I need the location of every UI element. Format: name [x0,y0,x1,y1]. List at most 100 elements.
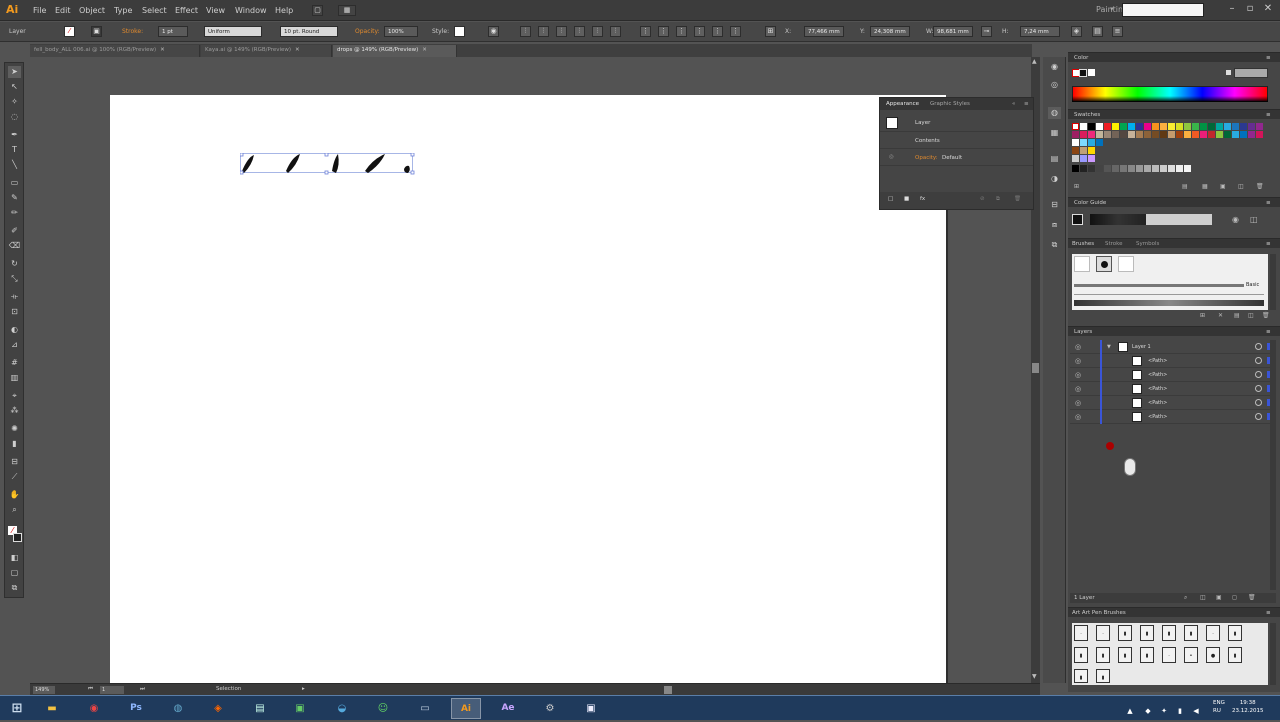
menu-window[interactable]: Window [235,6,267,15]
distribute-icon[interactable]: ⋮ [694,26,705,37]
menu-edit[interactable]: Edit [55,6,71,15]
visibility-icon[interactable]: ◎ [1075,371,1081,379]
graphic-style-swatch[interactable] [454,26,465,37]
start-button-icon[interactable]: ⊞ [2,698,32,719]
hex-input[interactable] [1234,68,1268,78]
rotate-tool-icon[interactable]: ↻ [8,258,21,270]
image-viewer-icon[interactable]: ▣ [285,698,315,719]
transform-panel-icon[interactable]: ⧈ [1048,219,1061,231]
art-brush[interactable]: ▮ [1140,625,1154,641]
delete-layer-icon[interactable]: 🗑 [1248,594,1256,601]
scroll-down-icon[interactable]: ▼ [1032,673,1037,680]
search-input[interactable] [1122,3,1204,17]
target-icon[interactable] [1255,357,1262,364]
art-brushes-scrollbar[interactable] [1270,623,1276,685]
target-icon[interactable] [1255,343,1262,350]
mesh-tool-icon[interactable]: # [8,357,21,369]
zoom-field[interactable]: 149% [33,686,55,694]
bridge-icon[interactable]: ▢ [312,5,323,16]
change-screen-mode-icon[interactable]: ⧉ [8,582,21,594]
collapse-icon[interactable]: « [1012,101,1015,107]
layer-row-path[interactable]: ◎ <Path> [1070,396,1276,410]
artboard-number-field[interactable]: 1 [100,686,124,694]
horizontal-scroll-thumb[interactable] [664,686,672,694]
path-name[interactable]: <Path> [1148,386,1167,392]
pencil-tool-icon[interactable]: ✏ [8,207,21,219]
explorer-icon[interactable]: ▬ [37,698,67,719]
layer-row-path[interactable]: ◎ <Path> [1070,382,1276,396]
screen-mode-icon[interactable]: ▢ [8,567,21,579]
none-swatch[interactable] [1226,70,1231,75]
tab-document[interactable]: Kaya.ai @ 149% (RGB/Preview) ✕ [201,45,332,57]
transform-icon[interactable]: ◈ [1071,26,1082,37]
art-brush[interactable]: ▮ [1162,625,1176,641]
new-color-group-icon[interactable]: ▣ [1220,183,1226,190]
locate-object-icon[interactable]: ⌕ [1184,594,1187,602]
selection-tool-icon[interactable]: ➤ [8,66,21,78]
art-brush[interactable]: ▮ [1140,647,1154,663]
art-brush[interactable]: · [1162,647,1176,663]
menu-view[interactable]: View [206,6,225,15]
visibility-icon[interactable]: ◎ [1075,399,1081,407]
blob-brush-tool-icon[interactable]: ✐ [8,225,21,237]
shape-builder-tool-icon[interactable]: ◐ [8,324,21,336]
art-brush[interactable]: ▮ [1096,669,1110,683]
link-icon[interactable]: ⊸ [981,26,992,37]
close-icon[interactable]: ✕ [160,47,165,53]
tab-brushes[interactable]: Brushes [1072,241,1094,247]
swatch-options-icon[interactable]: ▦ [1202,183,1208,190]
artboard-tool-icon[interactable]: ⊟ [8,456,21,468]
expand-triangle-icon[interactable]: ▼ [1107,344,1111,350]
brush-tiny[interactable] [1118,256,1134,272]
panel-menu-icon[interactable]: ≡ [1024,101,1029,107]
scale-tool-icon[interactable]: ⤡ [8,273,21,285]
add-new-effect-icon[interactable]: fx [920,196,925,202]
type-tool-icon[interactable]: T [8,144,21,156]
notepad-icon[interactable]: ▤ [245,698,275,719]
free-transform-tool-icon[interactable]: ⊡ [8,306,21,318]
last-artboard-icon[interactable]: ⏭ [140,686,145,693]
art-brush[interactable]: · [1096,625,1110,641]
delete-swatch-icon[interactable]: 🗑 [1256,183,1264,190]
base-color-swatch[interactable] [1072,214,1083,225]
minimize-icon[interactable]: – [1226,3,1238,15]
white-swatch[interactable] [1088,69,1095,76]
hand-tool-icon[interactable]: ✋ [8,489,21,501]
width-tool-icon[interactable]: ⟛ [8,291,21,303]
distribute-icon[interactable]: ⋮ [640,26,651,37]
art-brushes-header[interactable]: Art Art Pen Brushes ≡ [1068,607,1280,617]
recorder-icon[interactable]: ▣ [576,698,606,719]
panel-menu-icon[interactable]: ≡ [1266,241,1271,247]
path-name[interactable]: <Path> [1148,414,1167,420]
duplicate-item-icon[interactable]: ⧉ [996,196,1000,203]
transparency-panel-icon[interactable]: ◑ [1048,173,1061,185]
slice-tool-icon[interactable]: ⟋ [8,471,21,483]
reference-point-icon[interactable]: ⊞ [765,26,776,37]
tab-document-active[interactable]: drops @ 149% (RGB/Preview) ✕ [333,45,457,57]
align-icon[interactable]: ⫶ [556,26,567,37]
appearance-row-opacity[interactable]: ◎ Opacity: Default [880,150,1033,166]
language-indicator[interactable]: ENG RU [1213,699,1225,715]
layers-scrollbar[interactable] [1270,340,1276,590]
eraser-tool-icon[interactable]: ⌫ [8,240,21,252]
x-field[interactable]: 77,466 mm [804,26,844,37]
line-tool-icon[interactable]: ╲ [8,159,21,171]
gradient-tool-icon[interactable]: ▥ [8,372,21,384]
close-icon[interactable]: ✕ [1262,3,1274,15]
tab-stroke[interactable]: Stroke [1105,241,1123,247]
swatches-panel-icon[interactable]: ◎ [1048,79,1061,91]
system-clock[interactable]: 19:38 23.12.2015 [1232,699,1264,715]
network-icon[interactable]: ▮ [1174,701,1186,715]
appearance-opacity-label[interactable]: Opacity: [915,155,938,161]
stroke-swatch[interactable] [1079,69,1087,77]
color-panel-header[interactable]: Color ≡ [1068,52,1280,62]
tools-icon[interactable]: ⚙ [535,698,565,719]
eyedropper-tool-icon[interactable]: ⌖ [8,390,21,402]
brush-round-selected[interactable] [1096,256,1112,272]
brush-options-icon[interactable]: ▤ [1234,312,1240,319]
brush-list[interactable]: Basic [1072,254,1268,310]
pen-tool-icon[interactable]: ✒ [8,129,21,141]
layer-row-top[interactable]: ◎ ▼ Layer 1 [1070,340,1276,354]
distribute-icon[interactable]: ⋮ [658,26,669,37]
perspective-grid-tool-icon[interactable]: ⊿ [8,339,21,351]
